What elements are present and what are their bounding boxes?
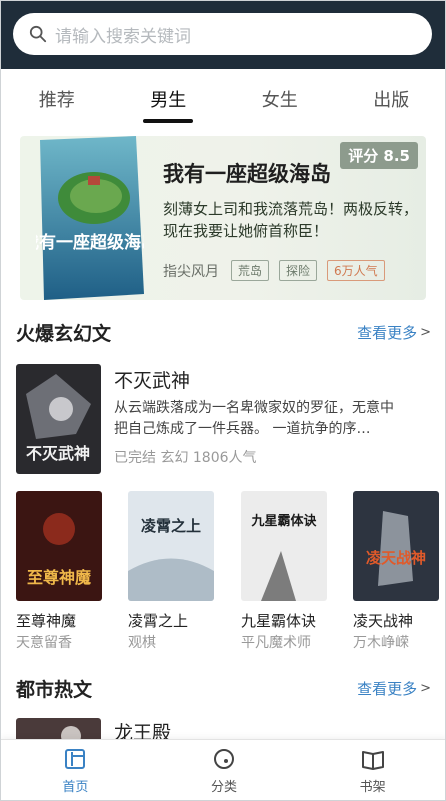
book-title: 凌霄之上 bbox=[128, 612, 189, 630]
book-title: 至尊神魔 bbox=[16, 612, 77, 630]
tab-recommend[interactable]: 推荐 bbox=[1, 69, 113, 125]
section-title: 都市热文 bbox=[16, 679, 93, 701]
book-author: 万木峥嵘 bbox=[353, 635, 409, 651]
book-author: 观棋 bbox=[128, 635, 156, 651]
category-icon bbox=[214, 749, 234, 769]
view-more-link[interactable]: 查看更多 > bbox=[357, 678, 431, 699]
search-icon bbox=[29, 25, 47, 43]
tab-publish[interactable]: 出版 bbox=[336, 69, 446, 125]
banner-title: 我有一座超级海岛 bbox=[163, 162, 331, 186]
tab-label: 出版 bbox=[373, 90, 410, 111]
tab-label: 男生 bbox=[150, 90, 187, 111]
chevron-right-icon: > bbox=[420, 681, 431, 696]
book-title: 九星霸体诀 bbox=[241, 612, 317, 630]
banner-description: 刻薄女上司和我流落荒岛！两极反转，现在我要让她俯首称臣！ bbox=[163, 200, 419, 240]
nav-label: 分类 bbox=[211, 780, 238, 795]
book-author: 天意留香 bbox=[16, 635, 72, 651]
book-cover-title: 凌霄之上 bbox=[141, 517, 201, 535]
tag-chip: 荒岛 bbox=[231, 260, 270, 281]
popularity-chip: 6万人气 bbox=[327, 260, 385, 281]
tab-female[interactable]: 女生 bbox=[224, 69, 336, 125]
grid-book[interactable]: 九星霸体诀 九星霸体诀 平凡魔术师 bbox=[241, 491, 327, 652]
banner-meta: 指尖风月 荒岛 探险 6万人气 bbox=[163, 260, 395, 281]
book-cover-title: 不灭武神 bbox=[26, 444, 90, 463]
promo-banner[interactable]: 我有一座超级海岛 评分 8.5 我有一座超级海岛 刻薄女上司和我流落荒岛！两极反… bbox=[20, 136, 426, 300]
book-title: 凌天战神 bbox=[353, 612, 414, 630]
book-grid: 至尊神魔 至尊神魔 天意留香 凌霄之上 凌霄之上 观棋 九星霸体诀 九星霸体诀 … bbox=[16, 491, 439, 651]
grid-book[interactable]: 凌霄之上 凌霄之上 观棋 bbox=[128, 491, 214, 652]
category-tabs: 推荐 男生 女生 出版 bbox=[1, 69, 446, 125]
section-title: 火爆玄幻文 bbox=[16, 323, 112, 345]
bottom-nav: 首页 分类 书架 bbox=[1, 739, 445, 800]
chevron-right-icon: > bbox=[420, 325, 431, 340]
book-description: 从云端跌落成为一名卑微家奴的罗征，无意中把自己炼成了一件兵器。 一道抗争的序… bbox=[114, 400, 394, 437]
book-cover-title: 九星霸体诀 bbox=[250, 513, 317, 529]
nav-label: 首页 bbox=[62, 780, 89, 795]
bookshelf-icon bbox=[361, 751, 384, 770]
home-icon bbox=[65, 749, 86, 769]
book-meta: 已完结 玄幻 1806人气 bbox=[114, 450, 257, 466]
app-frame: 请输入搜索关键词 推荐 男生 女生 出版 我有一座超级海岛 评分 8.5 我有一… bbox=[0, 0, 446, 801]
tab-label: 推荐 bbox=[38, 90, 75, 111]
book-cover: 不灭武神 bbox=[16, 364, 101, 474]
rating-badge: 评分 8.5 bbox=[340, 142, 418, 169]
book-cover: 凌天战神 bbox=[353, 491, 439, 601]
nav-label: 书架 bbox=[359, 780, 386, 795]
book-cover: 九星霸体诀 bbox=[241, 491, 327, 601]
banner-author: 指尖风月 bbox=[163, 263, 219, 280]
grid-book[interactable]: 凌天战神 凌天战神 万木峥嵘 bbox=[353, 491, 439, 652]
search-input[interactable]: 请输入搜索关键词 bbox=[13, 13, 432, 55]
book-cover: 至尊神魔 bbox=[16, 491, 102, 601]
nav-home[interactable]: 首页 bbox=[1, 740, 150, 800]
nav-bookshelf[interactable]: 书架 bbox=[298, 740, 445, 800]
tag-chip: 探险 bbox=[279, 260, 318, 281]
banner-book-cover: 我有一座超级海岛 bbox=[36, 136, 144, 300]
tab-label: 女生 bbox=[261, 90, 298, 111]
search-placeholder: 请输入搜索关键词 bbox=[55, 26, 191, 47]
view-more-link[interactable]: 查看更多 > bbox=[357, 322, 431, 343]
grid-book[interactable]: 至尊神魔 至尊神魔 天意留香 bbox=[16, 491, 102, 652]
top-bar: 请输入搜索关键词 bbox=[1, 1, 445, 69]
banner-cover-title: 我有一座超级海岛 bbox=[36, 232, 144, 253]
tab-male[interactable]: 男生 bbox=[113, 69, 225, 125]
book-author: 平凡魔术师 bbox=[241, 635, 311, 651]
book-title: 不灭武神 bbox=[114, 370, 191, 392]
view-more-label: 查看更多 bbox=[357, 324, 418, 342]
featured-book[interactable]: 不灭武神 不灭武神 从云端跌落成为一名卑微家奴的罗征，无意中把自己炼成了一件兵器… bbox=[16, 364, 432, 474]
view-more-label: 查看更多 bbox=[357, 680, 418, 698]
active-tab-indicator bbox=[143, 119, 194, 123]
book-cover-title: 凌天战神 bbox=[366, 549, 426, 567]
section-header-fantasy: 火爆玄幻文 查看更多 > bbox=[16, 319, 431, 346]
book-cover-title: 至尊神魔 bbox=[27, 568, 92, 587]
book-cover: 凌霄之上 bbox=[128, 491, 214, 601]
section-header-urban: 都市热文 查看更多 > bbox=[16, 675, 431, 702]
nav-category[interactable]: 分类 bbox=[150, 740, 299, 800]
